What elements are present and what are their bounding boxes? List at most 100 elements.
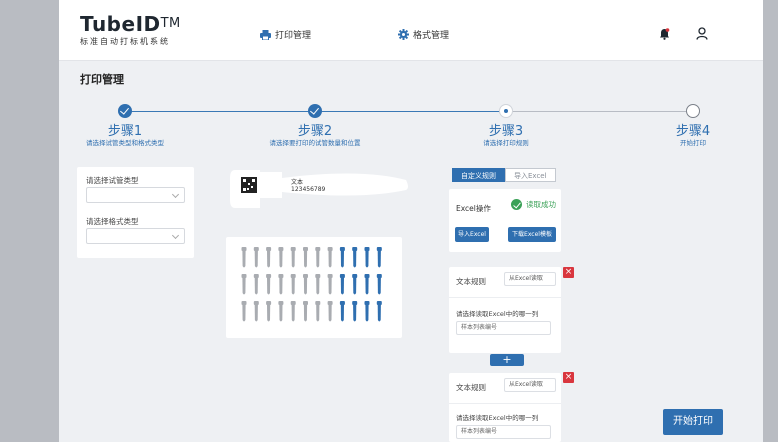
logo-tm: TM: [160, 16, 181, 31]
chevron-down-icon: [171, 190, 180, 199]
add-rule-button[interactable]: +: [490, 354, 524, 366]
tube-icon[interactable]: [266, 301, 272, 322]
rule-source-select[interactable]: 从Excel读取: [504, 272, 556, 286]
tube-icon[interactable]: [278, 301, 284, 322]
tube-icon[interactable]: [278, 247, 284, 268]
nav-print-management[interactable]: 打印管理: [260, 28, 311, 41]
tube-icon[interactable]: [241, 274, 247, 295]
column-input[interactable]: 样本列表编号: [456, 425, 551, 439]
download-template-button[interactable]: 下载Excel模板: [508, 227, 556, 242]
label-text-preview: 文本 123456789: [291, 179, 325, 193]
format-type-select[interactable]: [86, 228, 185, 244]
app-window: TubeIDTM 标准自动打标机系统 打印管理 格式管理 打印管理 步骤1 请选…: [59, 0, 763, 442]
column-question: 请选择读取Excel中的哪一列: [456, 310, 539, 318]
qr-code-icon: [241, 177, 257, 193]
step-title: 步骤4: [675, 124, 711, 139]
tube-rack-card: [226, 237, 402, 338]
step-2: 步骤2 请选择要打印的试管数量和位置: [255, 124, 375, 148]
tube-icon[interactable]: [327, 301, 333, 322]
tube-icon[interactable]: [364, 274, 370, 295]
tube-icon[interactable]: [253, 301, 259, 322]
step-title: 步骤3: [488, 124, 524, 139]
tube-icon[interactable]: [315, 247, 321, 268]
tube-icon[interactable]: [253, 247, 259, 268]
nav-format-management[interactable]: 格式管理: [398, 28, 449, 41]
tube-icon[interactable]: [253, 274, 259, 295]
step-3: 步骤3 请选择打印规则: [456, 124, 556, 148]
tube-icon[interactable]: [290, 247, 296, 268]
logo-title: TubeIDTM: [80, 13, 181, 35]
tube-icon[interactable]: [266, 247, 272, 268]
tube-icon[interactable]: [376, 274, 382, 295]
step-subtitle: 请选择打印规则: [483, 139, 529, 147]
bell-icon[interactable]: [659, 28, 670, 40]
tube-icon[interactable]: [278, 274, 284, 295]
printer-icon: [260, 29, 271, 40]
tab-custom-rule[interactable]: 自定义规则: [452, 168, 505, 182]
tube-icon[interactable]: [315, 274, 321, 295]
step-4: 步骤4 开始打印: [663, 124, 723, 148]
page-title: 打印管理: [80, 73, 124, 86]
nav-format-label: 格式管理: [413, 31, 450, 41]
rule-source-select[interactable]: 从Excel读取: [504, 378, 556, 392]
logo: TubeIDTM 标准自动打标机系统: [80, 13, 181, 47]
step-subtitle: 请选择试管类型和格式类型: [86, 139, 164, 147]
rule-type-label: 文本规则: [456, 383, 486, 392]
tube-icon[interactable]: [241, 301, 247, 322]
delete-rule-icon[interactable]: ×: [563, 267, 574, 278]
logo-name: TubeID: [80, 12, 161, 36]
text-rule-card: 文本规则 从Excel读取 请选择读取Excel中的哪一列 样本列表编号: [449, 373, 561, 442]
tube-icon[interactable]: [303, 301, 308, 322]
tube-icon[interactable]: [364, 247, 370, 268]
step-connector: [510, 111, 686, 112]
start-print-button[interactable]: 开始打印: [663, 409, 723, 435]
tab-import-excel[interactable]: 导入Excel: [505, 168, 556, 182]
tube-icon[interactable]: [339, 301, 345, 322]
logo-subtitle: 标准自动打标机系统: [80, 37, 170, 46]
tube-icon[interactable]: [290, 274, 296, 295]
tube-icon[interactable]: [315, 301, 321, 322]
tube-icon[interactable]: [339, 247, 345, 268]
tube-icon[interactable]: [303, 247, 308, 268]
tube-icon[interactable]: [327, 274, 333, 295]
step-1-check-icon: [118, 104, 132, 118]
delete-rule-icon[interactable]: ×: [563, 372, 574, 383]
import-excel-button[interactable]: 导入Excel: [455, 227, 489, 242]
tube-icon[interactable]: [266, 274, 272, 295]
top-header: TubeIDTM 标准自动打标机系统 打印管理 格式管理: [59, 0, 763, 61]
tube-icon[interactable]: [376, 247, 382, 268]
tube-icon[interactable]: [376, 301, 382, 322]
user-icon[interactable]: [696, 27, 708, 40]
tube-icon[interactable]: [339, 274, 345, 295]
tube-icon[interactable]: [352, 247, 358, 268]
step-connector: [125, 111, 310, 112]
step-title: 步骤1: [107, 124, 143, 139]
excel-operation-label: Excel操作: [456, 204, 491, 213]
step-title: 步骤2: [297, 124, 333, 139]
type-selection-card: 请选择试管类型 请选择格式类型: [77, 167, 194, 258]
screen-backdrop: TubeIDTM 标准自动打标机系统 打印管理 格式管理 打印管理 步骤1 请选…: [0, 0, 778, 442]
tube-icon[interactable]: [241, 247, 247, 268]
text-rule-card: 文本规则 从Excel读取 请选择读取Excel中的哪一列 样本列表编号: [449, 267, 561, 353]
step-connector: [315, 111, 505, 112]
tube-icon[interactable]: [352, 274, 358, 295]
tube-icon[interactable]: [290, 301, 296, 322]
tube-rack-grid: [241, 247, 382, 322]
excel-operation-card: Excel操作 读取成功 导入Excel 下载Excel模板: [449, 189, 561, 252]
tube-icon[interactable]: [364, 301, 370, 322]
label-text-line2: 123456789: [291, 186, 326, 193]
tube-icon[interactable]: [352, 301, 358, 322]
excel-status-text: 读取成功: [526, 200, 556, 209]
tube-icon[interactable]: [303, 274, 308, 295]
success-check-icon: [511, 199, 522, 210]
format-type-label: 请选择格式类型: [86, 217, 139, 226]
step-2-check-icon: [308, 104, 322, 118]
tube-type-select[interactable]: [86, 187, 185, 203]
rule-mode-tabs: 自定义规则 导入Excel: [452, 168, 556, 182]
step-subtitle: 开始打印: [680, 139, 706, 147]
column-input[interactable]: 样本列表编号: [456, 321, 551, 335]
tube-type-label: 请选择试管类型: [86, 176, 139, 185]
tube-icon[interactable]: [327, 247, 333, 268]
excel-status: 读取成功: [511, 199, 556, 210]
label-text-line1: 文本: [291, 179, 304, 186]
